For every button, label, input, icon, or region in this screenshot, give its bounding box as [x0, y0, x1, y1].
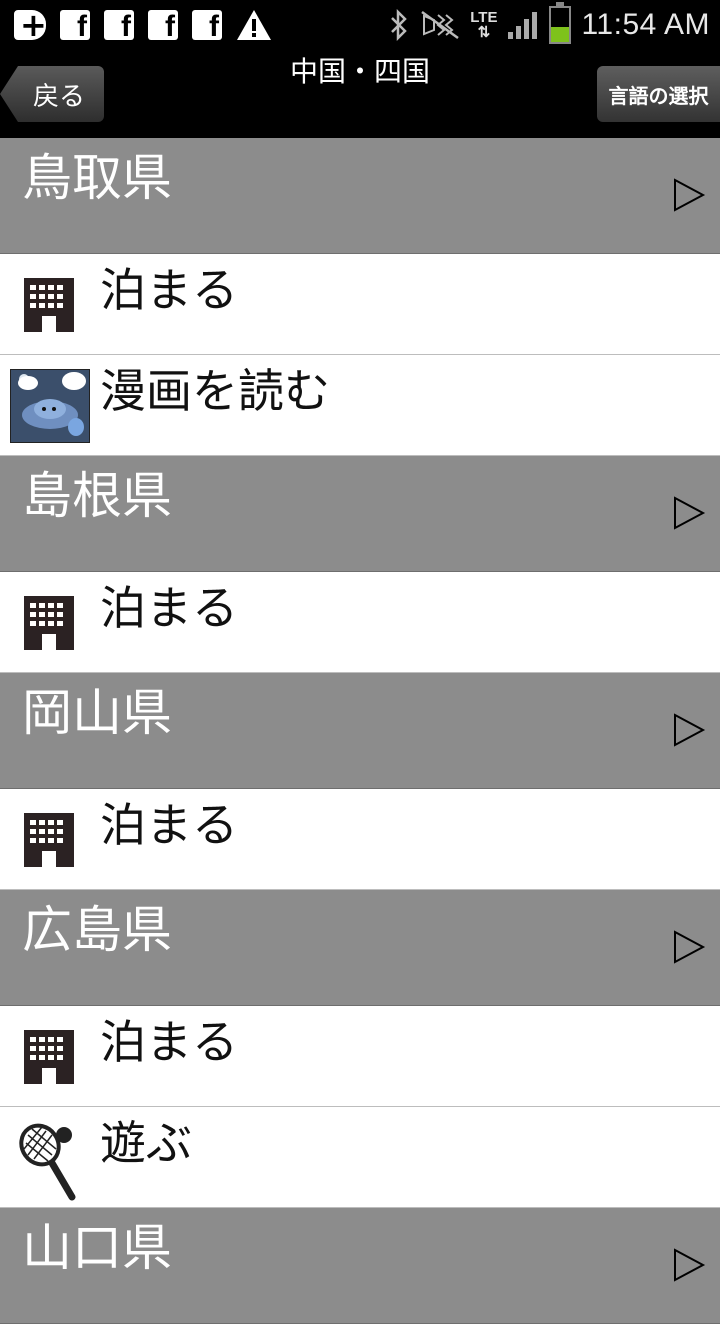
item-label: 泊まる: [100, 1015, 238, 1069]
list-item[interactable]: 泊まる: [0, 572, 720, 673]
item-label: 泊まる: [100, 263, 238, 317]
add-icon: +: [14, 6, 47, 44]
section-header-shimane[interactable]: 島根県: [0, 456, 720, 572]
list-item[interactable]: 泊まる: [0, 254, 720, 355]
item-label: 漫画を読む: [100, 364, 330, 418]
notification-icons: + f f f f: [14, 6, 272, 44]
section-label: 鳥取県: [22, 149, 172, 207]
section-header-tottori[interactable]: 鳥取県: [0, 138, 720, 254]
list-item[interactable]: 泊まる: [0, 1006, 720, 1107]
list-item[interactable]: 泊まる: [0, 789, 720, 890]
navigation-bar: 中国・四国 戻る 言語の選択: [0, 50, 720, 138]
item-label: 泊まる: [100, 798, 238, 852]
facebook-icon: f: [104, 10, 134, 42]
bluetooth-icon: [391, 9, 408, 41]
battery-icon: [549, 2, 572, 44]
play-arrow-icon: [674, 713, 706, 747]
manga-thumbnail: [10, 369, 90, 443]
facebook-icon: f: [148, 10, 178, 42]
section-label: 山口県: [22, 1219, 172, 1277]
tennis-racket-icon: [19, 1123, 76, 1201]
play-arrow-icon: [674, 930, 706, 964]
signal-icon: [508, 12, 538, 39]
play-arrow-icon: [674, 178, 706, 212]
list-item[interactable]: 漫画を読む: [0, 355, 720, 456]
clock: 11:54 AM: [581, 8, 710, 41]
mute-icon: [421, 10, 459, 40]
status-bar: + f f f f LTE ⇅ 11:54 AM: [0, 0, 720, 50]
section-header-okayama[interactable]: 岡山県: [0, 673, 720, 789]
item-label: 泊まる: [100, 581, 238, 635]
section-label: 島根県: [22, 467, 172, 525]
list-item[interactable]: 遊ぶ: [0, 1107, 720, 1208]
lte-icon: LTE ⇅: [470, 9, 498, 41]
warning-icon: [237, 10, 271, 40]
section-header-yamaguchi[interactable]: 山口県: [0, 1208, 720, 1324]
prefecture-list: 鳥取県 泊まる 漫画を読む 島根県 泊まる 岡山県 泊まる 広島県 泊まる 遊ぶ…: [0, 138, 720, 1324]
hotel-building-icon: [24, 1030, 74, 1084]
play-arrow-icon: [674, 496, 706, 530]
facebook-icon: f: [192, 10, 222, 42]
section-label: 岡山県: [22, 684, 172, 742]
hotel-building-icon: [24, 596, 74, 650]
item-label: 遊ぶ: [100, 1116, 192, 1170]
play-arrow-icon: [674, 1248, 706, 1282]
system-icons: LTE ⇅ 11:54 AM: [388, 0, 710, 50]
language-select-button[interactable]: 言語の選択: [597, 66, 720, 122]
hotel-building-icon: [24, 278, 74, 332]
section-header-hiroshima[interactable]: 広島県: [0, 890, 720, 1006]
facebook-icon: f: [60, 10, 90, 42]
back-button[interactable]: 戻る: [0, 66, 104, 122]
hotel-building-icon: [24, 813, 74, 867]
section-label: 広島県: [22, 901, 172, 959]
